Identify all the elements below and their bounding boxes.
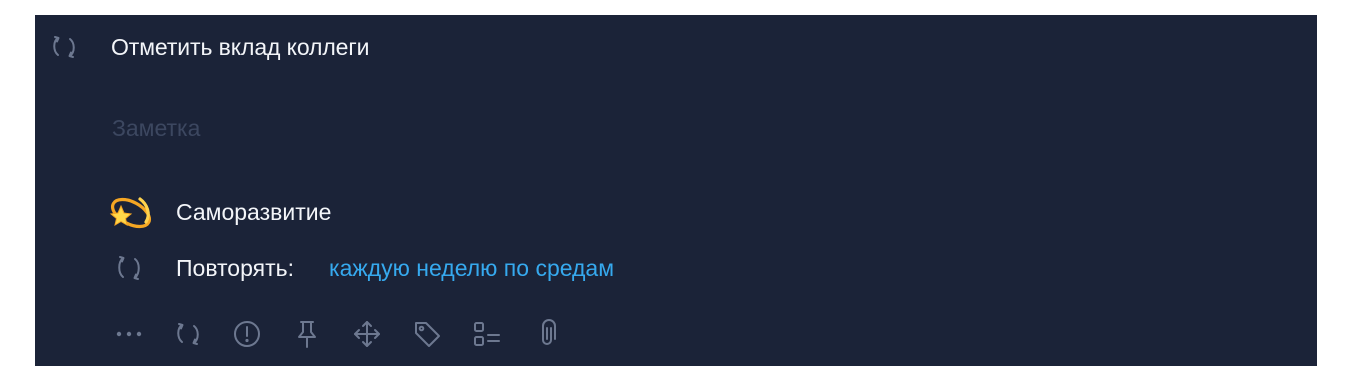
note-field[interactable]: Заметка [112, 114, 200, 142]
priority-icon[interactable] [231, 318, 263, 350]
checklist-icon[interactable] [471, 318, 503, 350]
task-card: Отметить вклад коллеги Заметка Саморазви… [35, 15, 1317, 366]
repeat-icon[interactable] [172, 318, 204, 350]
more-icon[interactable] [113, 318, 145, 350]
task-header[interactable]: Отметить вклад коллеги [35, 15, 1317, 79]
pin-icon[interactable] [291, 318, 323, 350]
repeat-label: Повторять: [176, 255, 294, 281]
tag-icon[interactable] [411, 318, 443, 350]
dizzy-star-icon [107, 192, 153, 232]
move-icon[interactable] [351, 318, 383, 350]
repeat-icon[interactable] [49, 33, 79, 61]
repeat-value-link[interactable]: каждую неделю по средам [329, 254, 614, 282]
repeat-icon [113, 253, 145, 283]
category-label[interactable]: Саморазвитие [176, 198, 331, 226]
attachment-icon[interactable] [531, 318, 563, 350]
task-title[interactable]: Отметить вклад коллеги [111, 33, 370, 61]
